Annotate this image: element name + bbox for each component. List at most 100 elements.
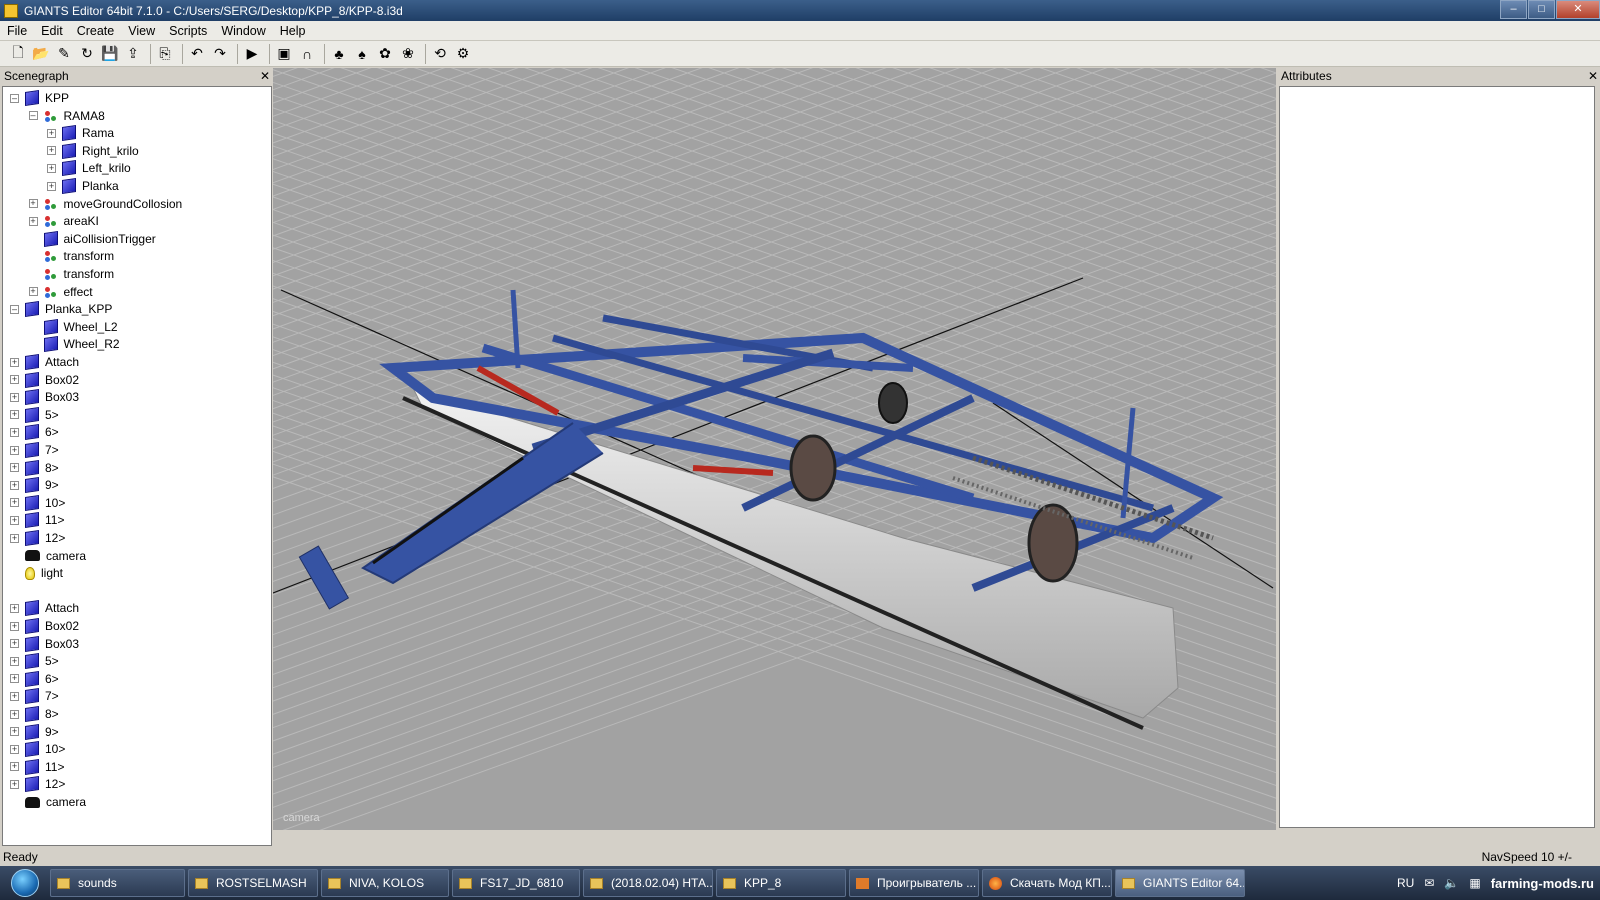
tree-node[interactable]: +8> (10, 705, 59, 723)
undo-icon[interactable]: ↶ (187, 44, 207, 64)
edit-icon[interactable]: ✎ (54, 44, 74, 64)
expand-icon[interactable]: + (10, 427, 19, 437)
expand-icon[interactable]: + (10, 727, 19, 737)
menu-file[interactable]: File (0, 24, 34, 38)
collapse-icon[interactable]: – (10, 93, 19, 103)
expand-icon[interactable]: + (10, 445, 19, 455)
terrain-sculpt-icon[interactable]: ♠ (352, 44, 372, 64)
tree-node[interactable]: +7> (10, 441, 59, 459)
expand-icon[interactable]: + (10, 515, 19, 525)
tree-node[interactable]: + Attach (10, 353, 79, 371)
tree-node[interactable]: + moveGroundCollosion (28, 195, 182, 213)
tree-node[interactable]: transform (29, 247, 114, 265)
reload-icon[interactable]: ↻ (77, 44, 97, 64)
close-panel-icon[interactable]: ✕ (1586, 68, 1600, 85)
expand-icon[interactable]: + (10, 498, 19, 508)
tree-node[interactable]: + Left_krilo (47, 159, 131, 177)
expand-icon[interactable]: + (10, 709, 19, 719)
expand-icon[interactable]: + (10, 357, 19, 367)
tree-node[interactable]: +10> (10, 494, 65, 512)
tree-node[interactable]: +6> (10, 423, 59, 441)
expand-icon[interactable]: + (10, 392, 19, 402)
expand-icon[interactable]: + (10, 779, 19, 789)
expand-icon[interactable]: + (10, 744, 19, 754)
tree-node[interactable]: aiCollisionTrigger (29, 230, 156, 248)
tray-mail-icon[interactable]: ✉ (1424, 876, 1434, 890)
tree-node[interactable]: + Box03 (10, 388, 79, 406)
taskbar-item[interactable]: sounds (50, 869, 185, 897)
language-indicator[interactable]: RU (1397, 876, 1414, 890)
tree-node[interactable]: +11> (10, 511, 64, 529)
taskbar-item[interactable]: KPP_8 (716, 869, 846, 897)
expand-icon[interactable]: + (28, 287, 38, 297)
tree-node[interactable]: + effect (28, 283, 93, 301)
tree-node[interactable]: + areaKI (28, 212, 99, 230)
expand-icon[interactable]: + (10, 410, 19, 420)
tree-node[interactable]: +5> (10, 652, 59, 670)
redo-icon[interactable]: ↷ (210, 44, 230, 64)
minimize-icon[interactable]: – (1500, 0, 1527, 19)
export-icon[interactable]: ⇪ (123, 44, 143, 64)
tree-node[interactable]: +10> (10, 740, 65, 758)
expand-icon[interactable]: + (10, 762, 19, 772)
expand-icon[interactable]: + (28, 199, 38, 209)
tree-node[interactable]: – RAMA8 (28, 107, 105, 125)
tree-node[interactable]: +9> (10, 476, 59, 494)
tree-node[interactable]: +9> (10, 723, 59, 741)
expand-icon[interactable]: + (10, 691, 19, 701)
tree-node[interactable]: – KPP (10, 89, 69, 107)
tree-node[interactable]: +8> (10, 459, 59, 477)
tree-node[interactable]: Wheel_L2 (29, 318, 118, 336)
expand-icon[interactable]: + (10, 656, 19, 666)
expand-icon[interactable]: + (28, 216, 38, 226)
plant-icon[interactable]: ❀ (398, 44, 418, 64)
taskbar-item[interactable]: ROSTSELMASH (188, 869, 318, 897)
expand-icon[interactable]: + (10, 463, 19, 473)
taskbar-item[interactable]: Проигрыватель ... (849, 869, 979, 897)
collapse-icon[interactable]: – (28, 111, 38, 121)
select-tool-icon[interactable]: ▣ (274, 44, 294, 64)
tree-node[interactable]: transform (29, 265, 114, 283)
tree-node[interactable]: + Attach (10, 599, 79, 617)
menu-help[interactable]: Help (273, 24, 313, 38)
save-icon[interactable]: 💾 (100, 44, 120, 64)
tray-volume-icon[interactable]: 🔈 (1444, 876, 1459, 890)
tree-node[interactable]: +7> (10, 687, 59, 705)
taskbar-item[interactable]: FS17_JD_6810 (452, 869, 580, 897)
tree-node[interactable]: + Box02 (10, 371, 79, 389)
magnet-icon[interactable]: ∩ (297, 44, 317, 64)
taskbar-item[interactable]: NIVA, KOLOS (321, 869, 449, 897)
start-button[interactable] (0, 866, 50, 900)
tree-node[interactable]: Wheel_R2 (29, 335, 120, 353)
tree-node[interactable]: + Right_krilo (47, 142, 139, 160)
tree-node[interactable]: light (10, 564, 63, 582)
maximize-icon[interactable]: □ (1528, 0, 1555, 19)
import-icon[interactable]: ⎘ (155, 44, 175, 64)
tree-node[interactable]: – Planka_KPP (10, 300, 112, 318)
sync-icon[interactable]: ⟲ (430, 44, 450, 64)
foliage-icon[interactable]: ✿ (375, 44, 395, 64)
menu-edit[interactable]: Edit (34, 24, 70, 38)
open-icon[interactable]: 📂 (31, 44, 51, 64)
tree-node[interactable]: + Planka (47, 177, 119, 195)
tree-node[interactable]: +12> (10, 529, 65, 547)
tree-node[interactable] (10, 582, 25, 600)
close-icon[interactable]: ✕ (1556, 0, 1600, 19)
menu-window[interactable]: Window (214, 24, 272, 38)
terrain-paint-icon[interactable]: ♣ (329, 44, 349, 64)
menu-view[interactable]: View (121, 24, 162, 38)
expand-icon[interactable]: + (10, 639, 19, 649)
3d-viewport[interactable]: camera (273, 68, 1276, 830)
expand-icon[interactable]: + (47, 128, 56, 138)
new-file-icon[interactable]: 🗋 (8, 44, 28, 64)
close-panel-icon[interactable]: ✕ (258, 68, 272, 85)
settings-icon[interactable]: ⚙ (453, 44, 473, 64)
tree-node[interactable]: +12> (10, 775, 65, 793)
tree-node[interactable]: camera (10, 547, 86, 565)
taskbar-item[interactable]: Скачать Мод КП... (982, 869, 1112, 897)
taskbar-item[interactable]: (2018.02.04) НТА... (583, 869, 713, 897)
tree-node[interactable]: +5> (10, 406, 59, 424)
tree-node[interactable]: + Box03 (10, 635, 79, 653)
expand-icon[interactable]: + (10, 533, 19, 543)
menu-scripts[interactable]: Scripts (162, 24, 214, 38)
